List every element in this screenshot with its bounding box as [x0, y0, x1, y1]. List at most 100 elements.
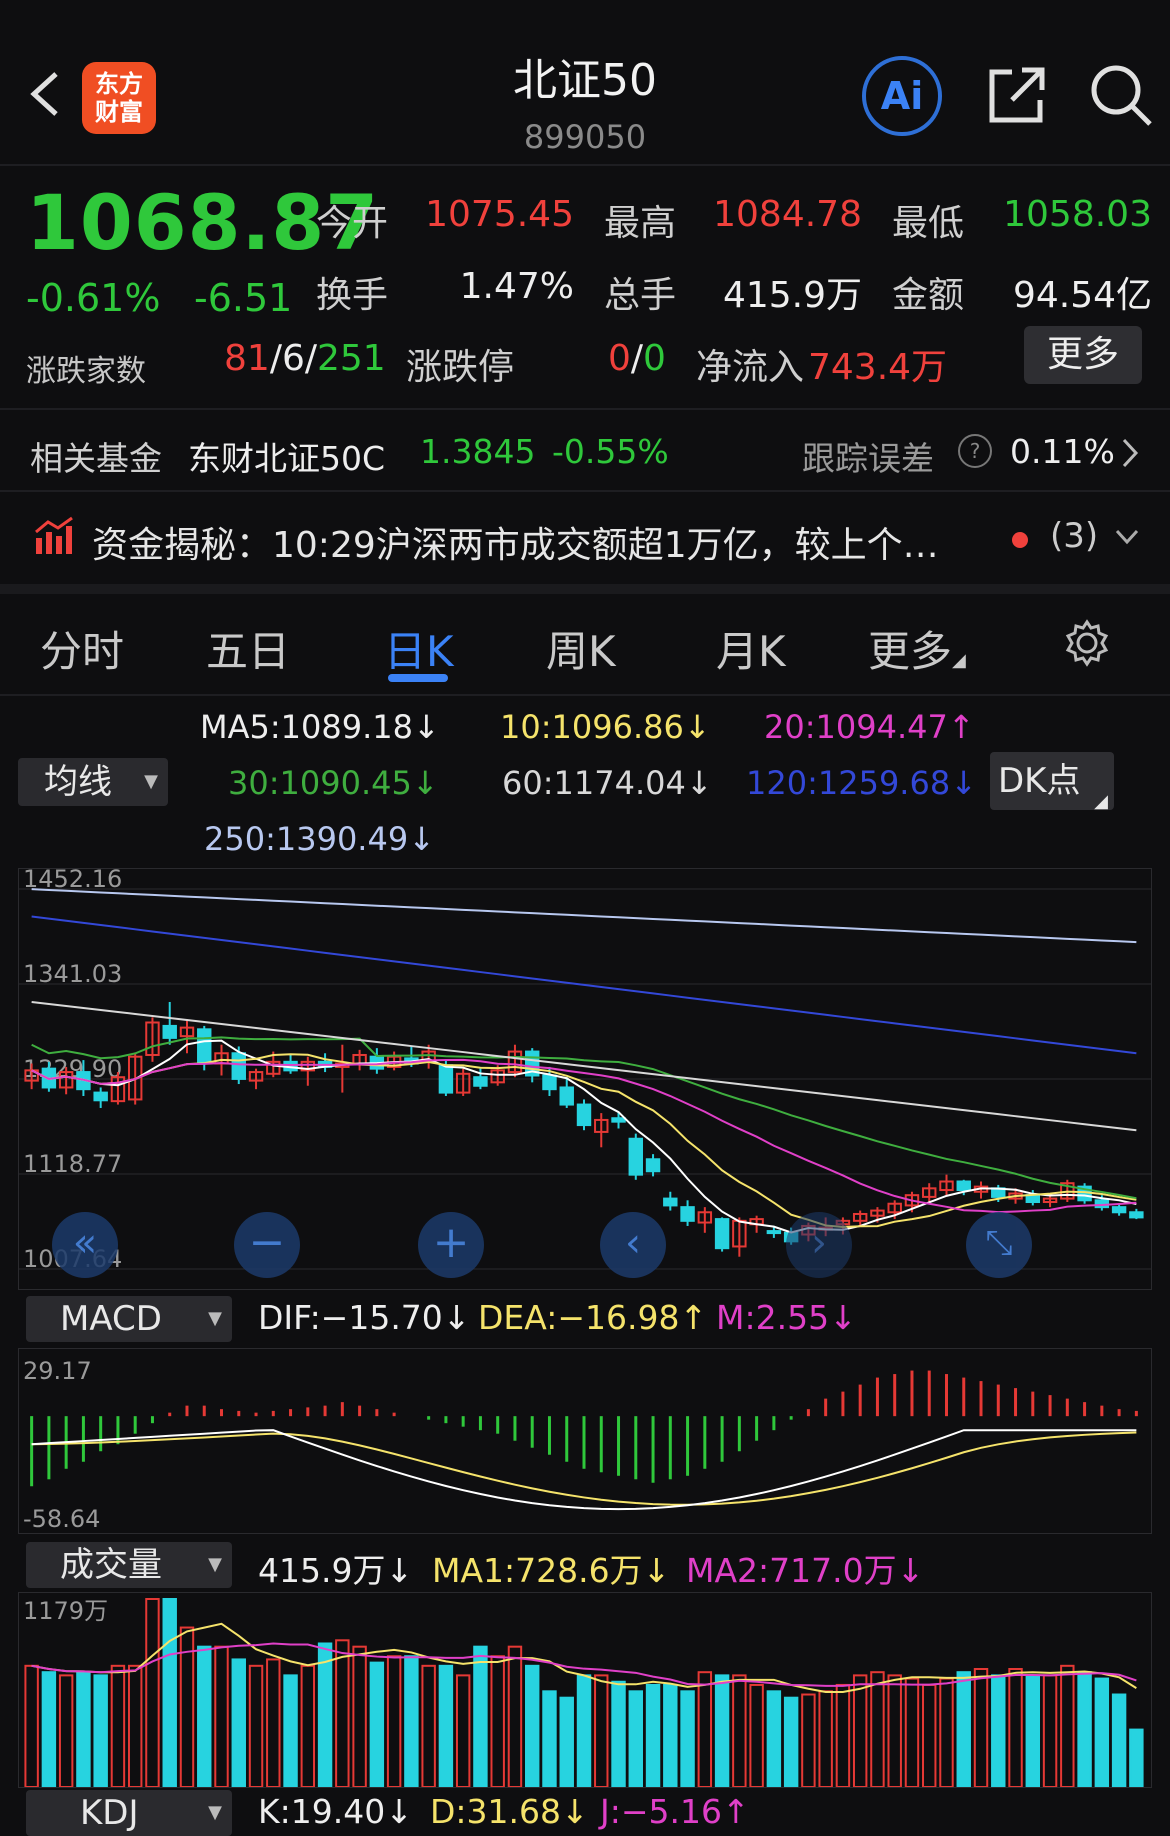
macd-dif: DIF:−15.70↓	[258, 1298, 471, 1337]
candle-body	[1025, 1194, 1041, 1204]
ai-label: Ai	[880, 74, 924, 118]
tab-five-day[interactable]: 五日	[206, 618, 290, 679]
volume-selector-label: 成交量	[60, 1545, 162, 1585]
volume-bar	[231, 1658, 246, 1788]
candle-body	[542, 1074, 557, 1091]
volume-bar	[507, 1645, 523, 1789]
help-icon[interactable]: ?	[958, 434, 992, 468]
volume-bar	[248, 1664, 264, 1788]
zoom-out-button[interactable]: −	[234, 1212, 300, 1278]
volume-bar	[300, 1664, 316, 1788]
change-value: -6.51	[194, 276, 293, 320]
ma5-value: MA5:1089.18↓	[200, 708, 440, 746]
dk-button[interactable]: DK点 ◢	[990, 752, 1114, 812]
volume-bar	[645, 1683, 661, 1788]
candle-body	[197, 1028, 212, 1063]
macd-selector-label: MACD	[60, 1299, 162, 1339]
volume-bar	[93, 1674, 108, 1788]
gear-icon[interactable]	[1062, 618, 1112, 668]
search-button[interactable]	[1088, 62, 1154, 128]
ma30-value: 30:1090.45↓	[228, 764, 439, 802]
unread-dot	[1012, 532, 1028, 548]
volume-bar	[870, 1671, 885, 1788]
ma60-value: 60:1174.04↓	[502, 764, 713, 802]
tracking-value: 0.11%	[1010, 432, 1115, 471]
zoom-in-button[interactable]: +	[418, 1212, 484, 1278]
candle-body	[162, 1024, 177, 1039]
news-row[interactable]: 资金揭秘：10:29沪深两市成交额超1万亿，较上个… (3)	[0, 492, 1170, 582]
volume-bar	[922, 1683, 937, 1788]
open-label: 今开	[316, 203, 389, 244]
ma120-value: 120:1259.68↓	[746, 764, 977, 802]
tab-daily-k[interactable]: 日K	[384, 618, 454, 679]
candle-body	[559, 1086, 574, 1106]
more-button[interactable]: 更多	[1024, 326, 1142, 384]
volume-bar	[576, 1674, 592, 1788]
volume-bar	[369, 1661, 385, 1788]
volume-bar	[1042, 1674, 1058, 1788]
volume-bar	[714, 1674, 730, 1788]
kdj-selector[interactable]: KDJ ▼	[26, 1790, 232, 1836]
volume-bar	[525, 1664, 540, 1788]
volume-bar	[1077, 1671, 1092, 1788]
macd-svg: 29.17 -58.64	[23, 1357, 1138, 1533]
breadth-down: 251	[317, 338, 386, 379]
netflow-label: 净流入	[696, 347, 805, 388]
ma-selector[interactable]: 均线 ▼	[18, 758, 168, 806]
volume-bar	[1111, 1693, 1127, 1788]
fund-change: -0.55%	[552, 432, 669, 471]
amount-label: 金额	[892, 275, 965, 316]
ai-button[interactable]: Ai	[862, 56, 942, 136]
scroll-left-fast-button[interactable]: «	[52, 1212, 118, 1278]
volume-current: 415.9万↓	[258, 1551, 414, 1590]
candle-body	[473, 1076, 488, 1087]
volume-bar	[973, 1668, 989, 1788]
volume-bar	[749, 1683, 764, 1788]
active-tab-indicator	[388, 674, 448, 682]
fullscreen-button[interactable]: ⤡	[966, 1212, 1032, 1278]
macd-m: M:2.55↓	[716, 1298, 857, 1337]
slash: /	[304, 338, 317, 379]
kdj-selector-label: KDJ	[80, 1793, 139, 1833]
tab-weekly-k[interactable]: 周K	[546, 618, 616, 679]
candle-body	[714, 1218, 730, 1250]
volume-label: 总手	[604, 275, 677, 316]
ma250-line	[31, 888, 1137, 944]
tab-more[interactable]: 更多◢	[868, 618, 966, 679]
volume-bar	[41, 1671, 57, 1788]
scroll-right-button[interactable]: ›	[786, 1212, 852, 1278]
breadth-values: 81/6/251	[224, 338, 386, 379]
volume-bar	[438, 1664, 454, 1788]
ma250-value: 250:1390.49↓	[204, 820, 435, 858]
y-tick-label: 1179万	[23, 1597, 108, 1625]
volume-bar	[455, 1674, 471, 1788]
volume-bar	[335, 1639, 350, 1788]
candle-body	[576, 1103, 592, 1127]
breadth-flat: 6	[281, 338, 305, 379]
volume-bar	[490, 1655, 505, 1789]
news-count: (3)	[1050, 516, 1099, 556]
kdj-k: K:19.40↓	[258, 1792, 413, 1831]
volume-bar	[783, 1696, 799, 1788]
volume-bar	[939, 1677, 954, 1788]
share-button[interactable]	[986, 64, 1048, 126]
candle-body	[663, 1197, 678, 1207]
candle-body	[956, 1180, 971, 1192]
volume-ma1: MA1:728.6万↓	[432, 1551, 671, 1590]
limit-label: 涨跌停	[406, 347, 515, 388]
scroll-left-button[interactable]: ‹	[600, 1212, 666, 1278]
volume-bar	[283, 1674, 298, 1788]
ma10-line	[31, 1053, 1137, 1228]
volume-chart[interactable]: 1179万	[18, 1592, 1152, 1789]
tab-monthly-k[interactable]: 月K	[716, 618, 786, 679]
tab-more-label: 更多	[868, 627, 953, 676]
volume-selector[interactable]: 成交量 ▼	[26, 1542, 232, 1588]
amount-value: 94.54亿	[1012, 275, 1152, 316]
volume-bar	[317, 1642, 333, 1788]
volume-bar	[214, 1645, 229, 1789]
macd-selector[interactable]: MACD ▼	[26, 1296, 232, 1342]
tab-intraday[interactable]: 分时	[40, 618, 124, 679]
macd-chart[interactable]: 29.17 -58.64	[18, 1348, 1152, 1534]
candle-body	[1111, 1206, 1127, 1214]
related-fund-row[interactable]: 相关基金 东财北证50C 1.3845 -0.55% 跟踪误差 ? 0.11%	[0, 410, 1170, 488]
